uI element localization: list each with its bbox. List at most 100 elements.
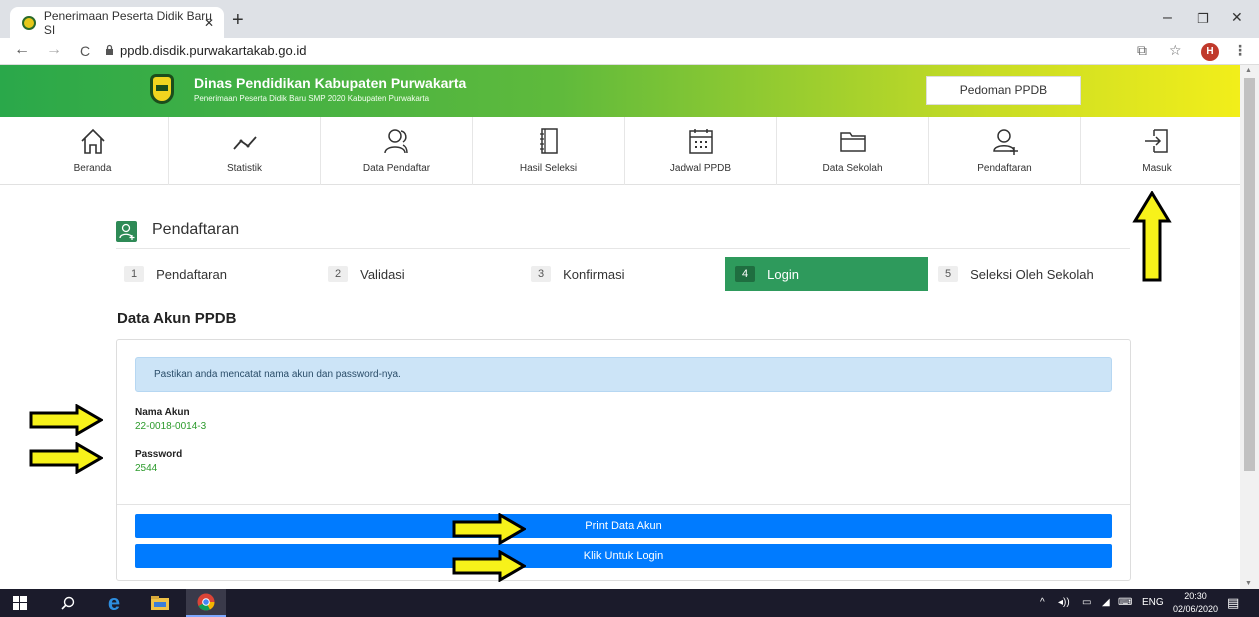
forward-button[interactable]: → [46, 41, 62, 59]
menu-item-statistik[interactable]: Statistik [169, 117, 321, 185]
book-icon [540, 128, 558, 154]
step-number: 3 [531, 266, 552, 282]
menu-item-data-sekolah[interactable]: Data Sekolah [777, 117, 929, 185]
translate-icon[interactable]: ⧉ [1137, 42, 1147, 59]
url-input[interactable]: ppdb.disdik.purwakartakab.go.id [120, 43, 306, 58]
bookmark-star-icon[interactable]: ☆ [1169, 42, 1182, 59]
step-label: Seleksi Oleh Sekolah [970, 266, 1094, 282]
section-title: Pendaftaran [152, 221, 240, 238]
address-bar: ← → C ppdb.disdik.purwakartakab.go.id ⧉ … [0, 38, 1259, 65]
step-number: 4 [735, 266, 756, 282]
nama-akun-label: Nama Akun [135, 407, 190, 418]
card-divider [117, 504, 1130, 505]
search-icon[interactable] [50, 589, 86, 617]
menu-item-masuk[interactable]: Masuk [1081, 117, 1233, 185]
window-close-button[interactable]: ✕ [1231, 9, 1243, 26]
scroll-down-icon[interactable]: ▼ [1245, 580, 1252, 587]
step-konfirmasi: 3 Konfirmasi [531, 257, 625, 291]
back-button[interactable]: ← [14, 41, 30, 59]
menu-item-hasil-seleksi[interactable]: Hasil Seleksi [473, 117, 625, 185]
step-number: 1 [124, 266, 145, 282]
step-label: Validasi [360, 266, 405, 282]
network-icon[interactable]: ◢ [1102, 597, 1110, 608]
menu-item-data-pendaftar[interactable]: Data Pendaftar [321, 117, 473, 185]
step-number: 2 [328, 266, 349, 282]
volume-icon[interactable]: ◂)) [1058, 597, 1070, 608]
right-arrow-annotation-icon [29, 442, 103, 474]
step-label: Konfirmasi [563, 266, 625, 282]
new-tab-button[interactable]: + [232, 9, 244, 32]
step-pendaftaran: 1 Pendaftaran [124, 257, 227, 291]
browser-menu-icon[interactable]: ⋮ [1233, 42, 1247, 59]
menu-item-pendaftaran[interactable]: Pendaftaran [929, 117, 1081, 185]
login-button[interactable]: Klik Untuk Login [135, 544, 1112, 568]
clock-date: 02/06/2020 [1173, 604, 1219, 614]
print-data-akun-button[interactable]: Print Data Akun [135, 514, 1112, 538]
keyboard-icon[interactable]: ⌨ [1118, 597, 1132, 608]
maximize-button[interactable]: ❐ [1197, 11, 1209, 27]
file-explorer-icon[interactable] [142, 589, 178, 617]
windows-start-icon[interactable] [0, 589, 40, 617]
menu-label: Masuk [1142, 163, 1172, 174]
step-label: Login [767, 266, 799, 282]
scrollbar-thumb[interactable] [1244, 78, 1255, 471]
battery-icon[interactable]: ▭ [1082, 597, 1091, 608]
menu-item-beranda[interactable]: Beranda [17, 117, 169, 185]
users-icon [384, 129, 408, 154]
reload-button[interactable]: C [80, 43, 90, 59]
browser-tab[interactable]: Penerimaan Peserta Didik Baru SI ✕ [10, 7, 224, 38]
purwakarta-logo-icon [150, 74, 174, 104]
windows-taskbar: e ^ ◂)) ▭ ◢ ⌨ ENG 20:30 02/06/2020 ▤ [0, 589, 1259, 617]
password-value: 2544 [135, 463, 158, 474]
home-icon [81, 128, 105, 154]
user-add-icon [116, 221, 137, 242]
password-label: Password [135, 449, 183, 460]
scroll-up-icon[interactable]: ▲ [1245, 67, 1252, 74]
data-akun-heading: Data Akun PPDB [117, 310, 237, 327]
right-arrow-annotation-icon [452, 513, 526, 545]
chart-line-icon [233, 136, 257, 150]
lock-icon [106, 44, 113, 55]
site-title: Dinas Pendidikan Kabupaten Purwakarta [194, 75, 467, 91]
minimize-button[interactable]: – [1163, 9, 1172, 27]
site-header: Dinas Pendidikan Kabupaten Purwakarta Pe… [0, 65, 1240, 117]
page-scrollbar[interactable]: ▲ ▼ [1240, 65, 1259, 589]
language-indicator[interactable]: ENG [1142, 597, 1164, 608]
info-alert: Pastikan anda mencatat nama akun dan pas… [135, 357, 1112, 392]
site-subtitle: Penerimaan Peserta Didik Baru SMP 2020 K… [194, 94, 430, 103]
folder-icon [840, 132, 866, 152]
step-label: Pendaftaran [156, 266, 227, 282]
section-divider [116, 248, 1130, 249]
calendar-icon [689, 129, 713, 154]
menu-label: Pendaftaran [977, 163, 1032, 174]
page-viewport: Dinas Pendidikan Kabupaten Purwakarta Pe… [0, 65, 1240, 589]
menu-label: Jadwal PPDB [669, 163, 732, 174]
tab-title: Penerimaan Peserta Didik Baru SI [43, 8, 212, 37]
tab-close-icon[interactable]: ✕ [204, 16, 214, 30]
nama-akun-value: 22-0018-0014-3 [135, 421, 207, 432]
site-favicon-icon [22, 15, 36, 30]
up-arrow-annotation-icon [1132, 191, 1172, 282]
login-icon [1145, 129, 1168, 153]
edge-browser-icon[interactable]: e [96, 589, 132, 617]
menu-label: Beranda [73, 163, 112, 174]
right-arrow-annotation-icon [452, 550, 526, 582]
clock-time: 20:30 [1184, 591, 1207, 601]
pedoman-ppdb-button[interactable]: Pedoman PPDB [926, 76, 1081, 105]
account-card: Pastikan anda mencatat nama akun dan pas… [116, 339, 1131, 581]
system-clock[interactable]: 20:30 02/06/2020 [1173, 590, 1218, 616]
right-arrow-annotation-icon [29, 404, 103, 436]
menu-label: Data Pendaftar [362, 163, 431, 174]
chrome-icon[interactable] [186, 589, 226, 617]
tray-chevron-icon[interactable]: ^ [1040, 597, 1045, 608]
menu-label: Statistik [226, 163, 262, 174]
step-seleksi: 5 Seleksi Oleh Sekolah [938, 257, 1094, 291]
menu-item-jadwal-ppdb[interactable]: Jadwal PPDB [625, 117, 777, 185]
browser-tab-bar: Penerimaan Peserta Didik Baru SI ✕ + – ❐… [0, 0, 1259, 38]
step-validasi: 2 Validasi [328, 257, 405, 291]
profile-avatar[interactable]: H [1201, 43, 1219, 61]
main-menu: Beranda Statistik Data Pendaftar Hasil S… [0, 117, 1240, 185]
step-login: 4 Login [725, 257, 928, 291]
user-add-icon [993, 129, 1018, 155]
notifications-icon[interactable]: ▤ [1227, 595, 1239, 611]
